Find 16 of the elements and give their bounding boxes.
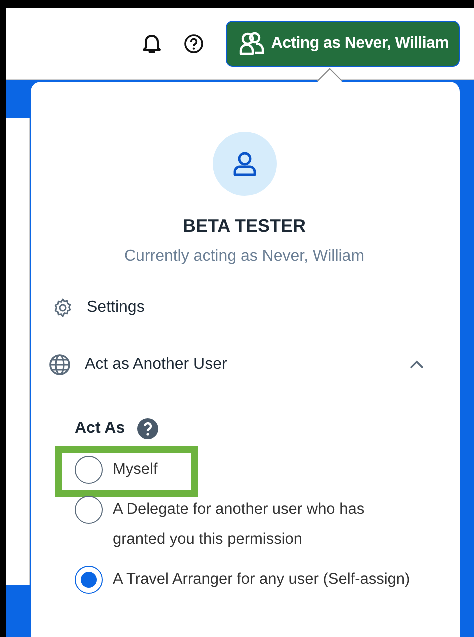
settings-icon (53, 298, 73, 318)
radio-option[interactable]: A Travel Arranger for any user (Self-assign) (75, 565, 416, 595)
profile-name: BETA TESTER (182, 215, 306, 238)
radio-option[interactable]: A Delegate for another user who has granted you this permission (75, 495, 416, 555)
person-icon (232, 151, 258, 177)
bell-icon[interactable] (142, 32, 162, 54)
settings-menu-item[interactable]: Settings (53, 296, 438, 320)
help-icon[interactable] (184, 34, 204, 54)
act-as-menu-item[interactable]: Act as Another User (49, 353, 436, 377)
act-as-label: Act As (75, 419, 126, 439)
acting-as-button[interactable]: Acting as Never, William (226, 20, 460, 66)
radio-option[interactable]: Myself (75, 455, 416, 485)
users-icon (239, 32, 266, 56)
acting-status-text: Currently acting as Never, William (124, 247, 365, 267)
help-icon[interactable] (137, 418, 160, 440)
globe-icon (49, 354, 71, 376)
